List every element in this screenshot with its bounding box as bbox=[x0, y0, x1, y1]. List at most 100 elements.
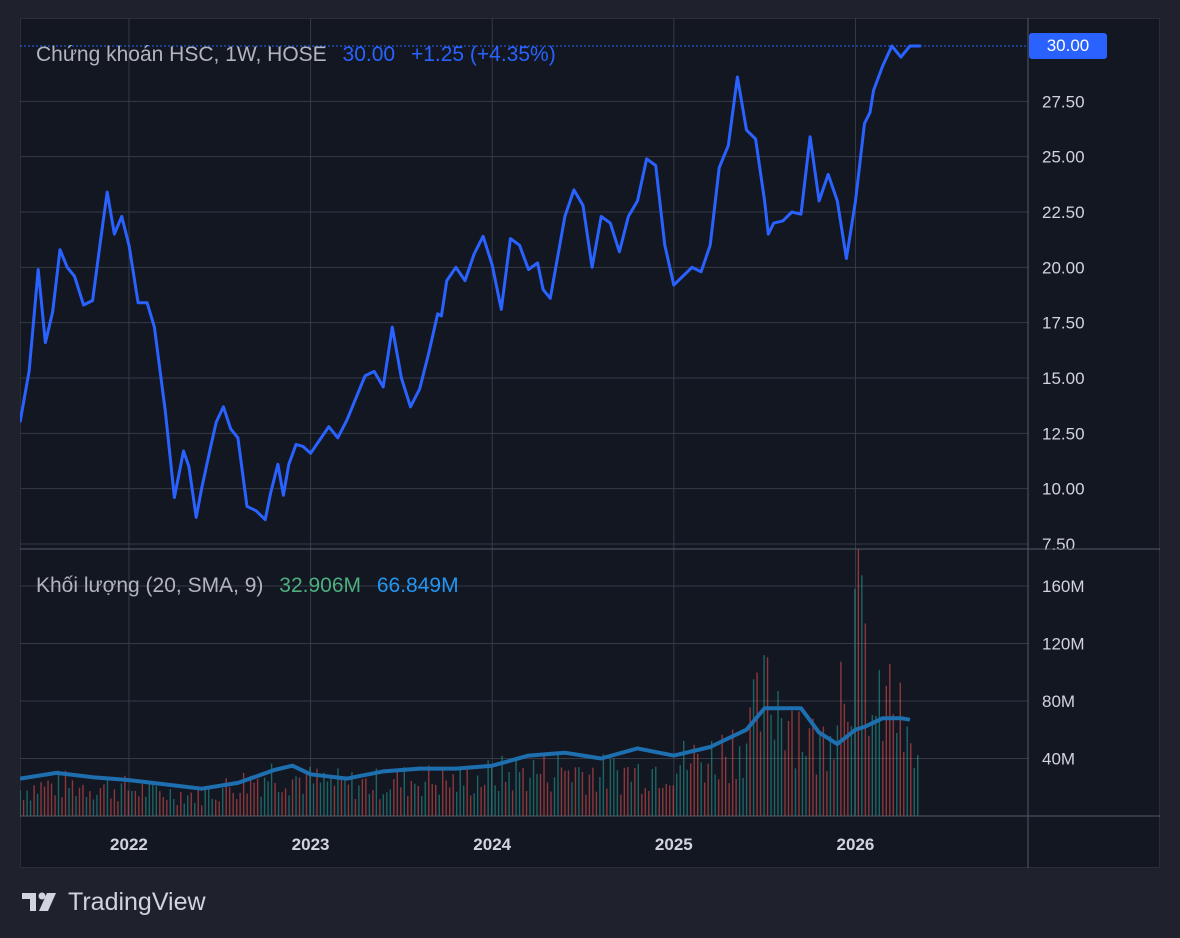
volume-bar bbox=[180, 791, 182, 816]
volume-bar bbox=[679, 765, 681, 816]
volume-bar bbox=[274, 782, 276, 816]
price-tick-label: 7.50 bbox=[1042, 535, 1075, 554]
volume-bar bbox=[826, 771, 828, 816]
volume-bar bbox=[536, 773, 538, 816]
volume-bar bbox=[497, 791, 500, 816]
volume-bar bbox=[295, 776, 297, 816]
volume-bar bbox=[134, 790, 137, 816]
volume-bar bbox=[896, 733, 898, 816]
volume-bar bbox=[208, 789, 210, 816]
volume-bar bbox=[480, 787, 482, 816]
volume-bar bbox=[246, 793, 248, 816]
volume-bar bbox=[766, 657, 769, 816]
volume-bar bbox=[560, 767, 563, 816]
volume-bar bbox=[644, 788, 646, 816]
volume-bar bbox=[445, 780, 447, 816]
volume-bar bbox=[724, 756, 727, 816]
tradingview-brand[interactable]: TradingView bbox=[20, 887, 206, 917]
volume-tick-label: 120M bbox=[1042, 634, 1085, 653]
volume-bar bbox=[131, 790, 133, 816]
volume-bar bbox=[798, 711, 800, 816]
volume-bar bbox=[239, 792, 241, 816]
volume-bar bbox=[738, 746, 741, 816]
volume-bar bbox=[812, 718, 814, 816]
volume-bar bbox=[710, 741, 713, 816]
volume-bar bbox=[71, 780, 74, 816]
volume-bar bbox=[110, 798, 112, 816]
price-tick-label: 12.50 bbox=[1042, 424, 1085, 443]
volume-bar bbox=[780, 718, 783, 816]
volume-bar bbox=[40, 782, 42, 816]
volume-bar bbox=[368, 793, 371, 816]
volume-bar bbox=[745, 743, 748, 816]
volume-bar bbox=[469, 795, 472, 816]
volume-bar bbox=[588, 774, 591, 816]
volume-bar bbox=[616, 770, 619, 816]
volume-bar bbox=[232, 792, 234, 816]
volume-bar bbox=[850, 726, 853, 816]
volume-bar bbox=[256, 778, 259, 816]
grid-layer bbox=[20, 18, 1028, 816]
symbol-title[interactable]: Chứng khoán HSC, 1W, HOSE bbox=[36, 43, 327, 66]
volume-bar bbox=[808, 728, 811, 816]
volume-bar bbox=[337, 768, 339, 816]
volume-bar bbox=[218, 801, 220, 816]
volume-bar bbox=[529, 777, 531, 816]
volume-bar bbox=[277, 791, 280, 816]
volume-bar bbox=[344, 776, 346, 816]
volume-legend: Khối lượng (20, SMA, 9) 32.906M 66.849M bbox=[36, 574, 469, 598]
volume-title[interactable]: Khối lượng (20, SMA, 9) bbox=[36, 574, 263, 597]
volume-bar bbox=[707, 763, 709, 816]
volume-bar bbox=[204, 789, 206, 816]
volume-bar bbox=[54, 795, 56, 816]
price-tick-label: 15.00 bbox=[1042, 369, 1085, 388]
volume-bar bbox=[882, 740, 884, 816]
volume-bar bbox=[609, 758, 612, 816]
volume-bar bbox=[36, 793, 39, 816]
price-tick-label: 20.00 bbox=[1042, 258, 1085, 277]
volume-bar bbox=[64, 770, 67, 816]
volume-bar bbox=[393, 779, 395, 816]
volume-bar bbox=[784, 750, 786, 816]
volume-bar bbox=[574, 767, 577, 816]
tradingview-logo-icon bbox=[22, 892, 56, 911]
volume-bar bbox=[892, 714, 894, 816]
volume-bar bbox=[878, 670, 881, 816]
volume-bar bbox=[389, 789, 392, 816]
volume-bar bbox=[564, 770, 566, 816]
volume-bar bbox=[187, 795, 189, 816]
volume-bar bbox=[651, 769, 653, 816]
volume-bar bbox=[145, 796, 147, 816]
volume-bar bbox=[113, 789, 116, 816]
volume-bar bbox=[354, 799, 357, 816]
chart-canvas[interactable]: 2022 2023 2024 2025 2026 7.50 10.00 12.50 15.00 1… bbox=[20, 18, 1160, 868]
volume-bar bbox=[312, 783, 315, 816]
volume-bar bbox=[648, 790, 650, 816]
x-tick-label: 2025 bbox=[655, 835, 693, 854]
volume-bar bbox=[452, 774, 454, 816]
volume-bar bbox=[515, 759, 517, 816]
volume-bar bbox=[235, 799, 238, 816]
volume-bar bbox=[822, 726, 825, 816]
volume-bar bbox=[773, 739, 776, 816]
price-line bbox=[20, 44, 921, 522]
price-change: +1.25 (+4.35%) bbox=[410, 43, 556, 66]
volume-bar bbox=[759, 731, 762, 816]
volume-bar bbox=[630, 781, 633, 816]
volume-bar bbox=[525, 791, 528, 816]
volume-bar bbox=[522, 767, 524, 816]
volume-bar bbox=[410, 781, 412, 816]
volume-bar bbox=[613, 758, 615, 816]
volume-bar bbox=[106, 780, 109, 816]
volume-bar bbox=[801, 751, 804, 816]
volume-bar bbox=[455, 791, 458, 816]
volume-bar bbox=[183, 803, 185, 816]
volume-bar bbox=[435, 784, 437, 816]
volume-bar bbox=[665, 784, 667, 816]
volume-bar bbox=[700, 762, 702, 816]
volume-bar bbox=[703, 782, 706, 816]
volume-bar bbox=[693, 744, 695, 816]
volume-bar bbox=[676, 773, 678, 816]
volume-bar bbox=[539, 773, 542, 816]
volume-bar bbox=[428, 765, 430, 816]
